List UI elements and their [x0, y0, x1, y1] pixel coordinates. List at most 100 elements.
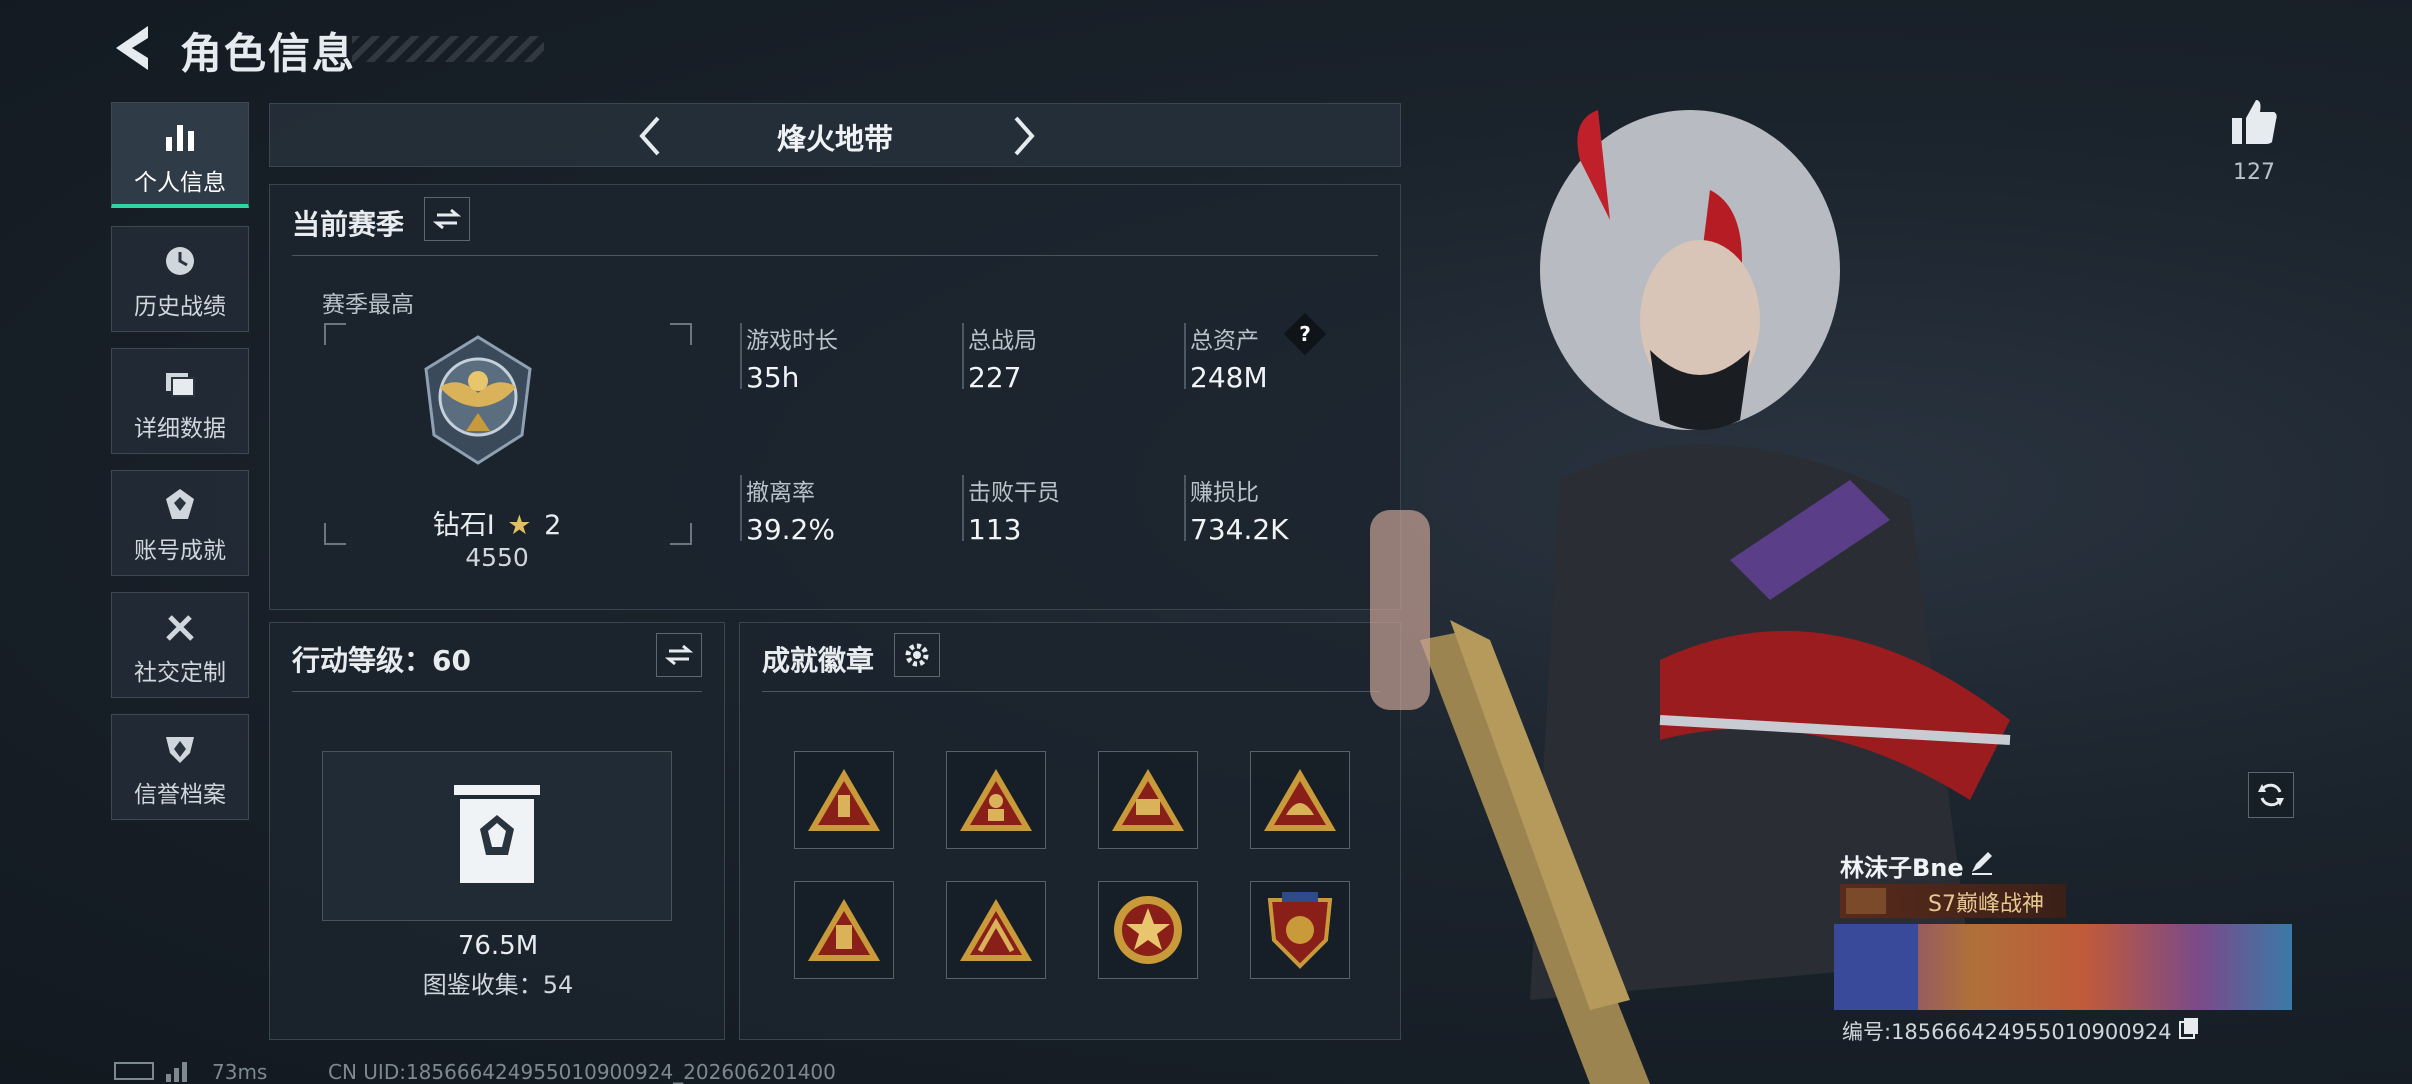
title-decoration	[352, 36, 544, 62]
frame-corner	[324, 523, 346, 545]
copy-id-button[interactable]	[2178, 1016, 2200, 1040]
achievements-panel: 成就徽章	[739, 622, 1401, 1040]
stat-label-profit-ratio: 赚损比	[1190, 480, 1259, 506]
season-title: 当前赛季	[292, 208, 405, 241]
star-icon: ★	[507, 510, 532, 541]
tools-icon	[166, 615, 194, 641]
battery-icon	[114, 1062, 154, 1080]
sidebar-item-label: 个人信息	[134, 170, 226, 196]
prev-mode-button[interactable]	[630, 114, 670, 158]
divider	[292, 255, 1378, 256]
rank-diamond-eagle-icon	[424, 335, 532, 465]
frame-corner	[670, 323, 692, 345]
swap-icon	[433, 208, 461, 230]
action-level-title: 行动等级：60	[292, 644, 471, 677]
rotate-model-button[interactable]	[2248, 772, 2294, 818]
swap-icon	[665, 644, 693, 666]
stat-value-total-matches: 227	[968, 361, 1022, 394]
achievements-title: 成就徽章	[762, 644, 875, 677]
sidebar-item-label: 社交定制	[134, 660, 226, 686]
season-switch-button[interactable]	[424, 197, 470, 241]
back-arrow-icon	[116, 26, 148, 70]
stat-divider	[740, 323, 742, 389]
sidebar-item-detail-data[interactable]: 详细数据	[111, 348, 249, 454]
uid-text: CN UID:185666424955010900924_20260620140…	[328, 1060, 836, 1084]
stat-divider	[1184, 475, 1186, 541]
stat-value-playtime: 35h	[746, 361, 800, 394]
stat-label-total-assets: 总资产	[1190, 328, 1259, 354]
stat-label-extract-rate: 撤离率	[746, 480, 815, 506]
folder-icon	[166, 373, 195, 397]
avatar[interactable]	[1834, 924, 1918, 1010]
chevron-left-icon	[639, 116, 660, 156]
stat-label-total-matches: 总战局	[968, 328, 1037, 354]
sidebar-item-social[interactable]: 社交定制	[111, 592, 249, 698]
rank-name: 钻石Ⅰ	[432, 510, 495, 541]
copy-icon	[2179, 1018, 2198, 1039]
achievement-badge[interactable]	[1098, 751, 1198, 849]
shield-icon	[166, 737, 194, 763]
season-panel: 当前赛季 赛季最高 钻石Ⅰ ★ 2 4550 游戏时长 35h 总战局 227 …	[269, 184, 1401, 610]
lantern-triangle-badge-icon	[808, 899, 880, 961]
help-icon: ?	[1299, 322, 1311, 346]
mode-selector: 烽火地带	[269, 103, 1401, 167]
achievements-settings-button[interactable]	[894, 633, 940, 677]
season-best-label: 赛季最高	[322, 292, 414, 318]
history-clock-icon	[166, 247, 194, 275]
sidebar-item-label: 账号成就	[134, 538, 226, 564]
divider	[762, 691, 1380, 692]
achievement-icon	[166, 489, 194, 519]
stat-divider	[962, 323, 964, 389]
star-medal-badge-icon	[1114, 896, 1182, 964]
sidebar-item-label: 历史战绩	[134, 294, 226, 320]
player-name: 林沫子Bne	[1840, 854, 1964, 882]
safe-box-icon	[454, 785, 540, 883]
stat-label-playtime: 游戏时长	[746, 328, 838, 354]
soldier-triangle-badge-icon	[960, 769, 1032, 831]
refresh-icon	[2258, 783, 2284, 807]
stat-value-total-assets: 248M	[1190, 361, 1268, 394]
next-mode-button[interactable]	[1004, 114, 1044, 158]
frame-corner	[324, 323, 346, 345]
achievement-badge[interactable]	[794, 881, 894, 979]
sidebar-item-label: 详细数据	[134, 416, 226, 442]
achievement-badge[interactable]	[946, 751, 1046, 849]
collection-value: 76.5M	[457, 931, 539, 961]
squad-triangle-badge-icon	[960, 899, 1032, 961]
title-tag-icon	[1846, 888, 1886, 914]
profile-banner	[1834, 924, 2292, 1010]
action-level-panel: 行动等级：60 76.5M 图鉴收集：54	[269, 622, 725, 1040]
gear-icon	[905, 643, 929, 667]
divider	[292, 691, 702, 692]
edit-name-button[interactable]	[1968, 848, 1996, 876]
thumbs-up-icon	[2232, 100, 2277, 144]
pencil-icon	[1972, 852, 1992, 875]
like-button[interactable]	[2228, 96, 2280, 148]
mode-label: 烽火地带	[776, 122, 893, 156]
sidebar-item-reputation[interactable]: 信誉档案	[111, 714, 249, 820]
action-level-switch-button[interactable]	[656, 633, 702, 677]
signal-icon	[166, 1062, 187, 1082]
helmet-triangle-badge-icon	[1264, 769, 1336, 831]
s8-triangle-badge-icon	[1112, 769, 1184, 831]
collection-count: 图鉴收集：54	[422, 971, 574, 999]
warning-triangle-badge-icon	[808, 769, 880, 831]
stat-value-kills: 113	[968, 513, 1022, 546]
achievement-badge[interactable]	[1098, 881, 1198, 979]
rank-stars: 2	[544, 510, 562, 541]
like-count: 127	[2233, 160, 2275, 185]
bar-chart-icon	[166, 125, 194, 151]
sidebar-item-achievements[interactable]: 账号成就	[111, 470, 249, 576]
ping: 73ms	[212, 1060, 268, 1084]
stat-label-kills: 击败干员	[968, 480, 1060, 506]
stat-divider	[740, 475, 742, 541]
achievement-badge[interactable]	[794, 751, 894, 849]
sidebar-item-personal-info[interactable]: 个人信息	[111, 102, 249, 208]
rank-score: 4550	[465, 543, 529, 572]
page-title: 角色信息	[180, 29, 357, 78]
frame-corner	[670, 523, 692, 545]
achievement-badge[interactable]	[946, 881, 1046, 979]
sidebar-item-history[interactable]: 历史战绩	[111, 226, 249, 332]
back-button[interactable]	[108, 22, 156, 74]
sidebar-item-label: 信誉档案	[134, 782, 226, 808]
